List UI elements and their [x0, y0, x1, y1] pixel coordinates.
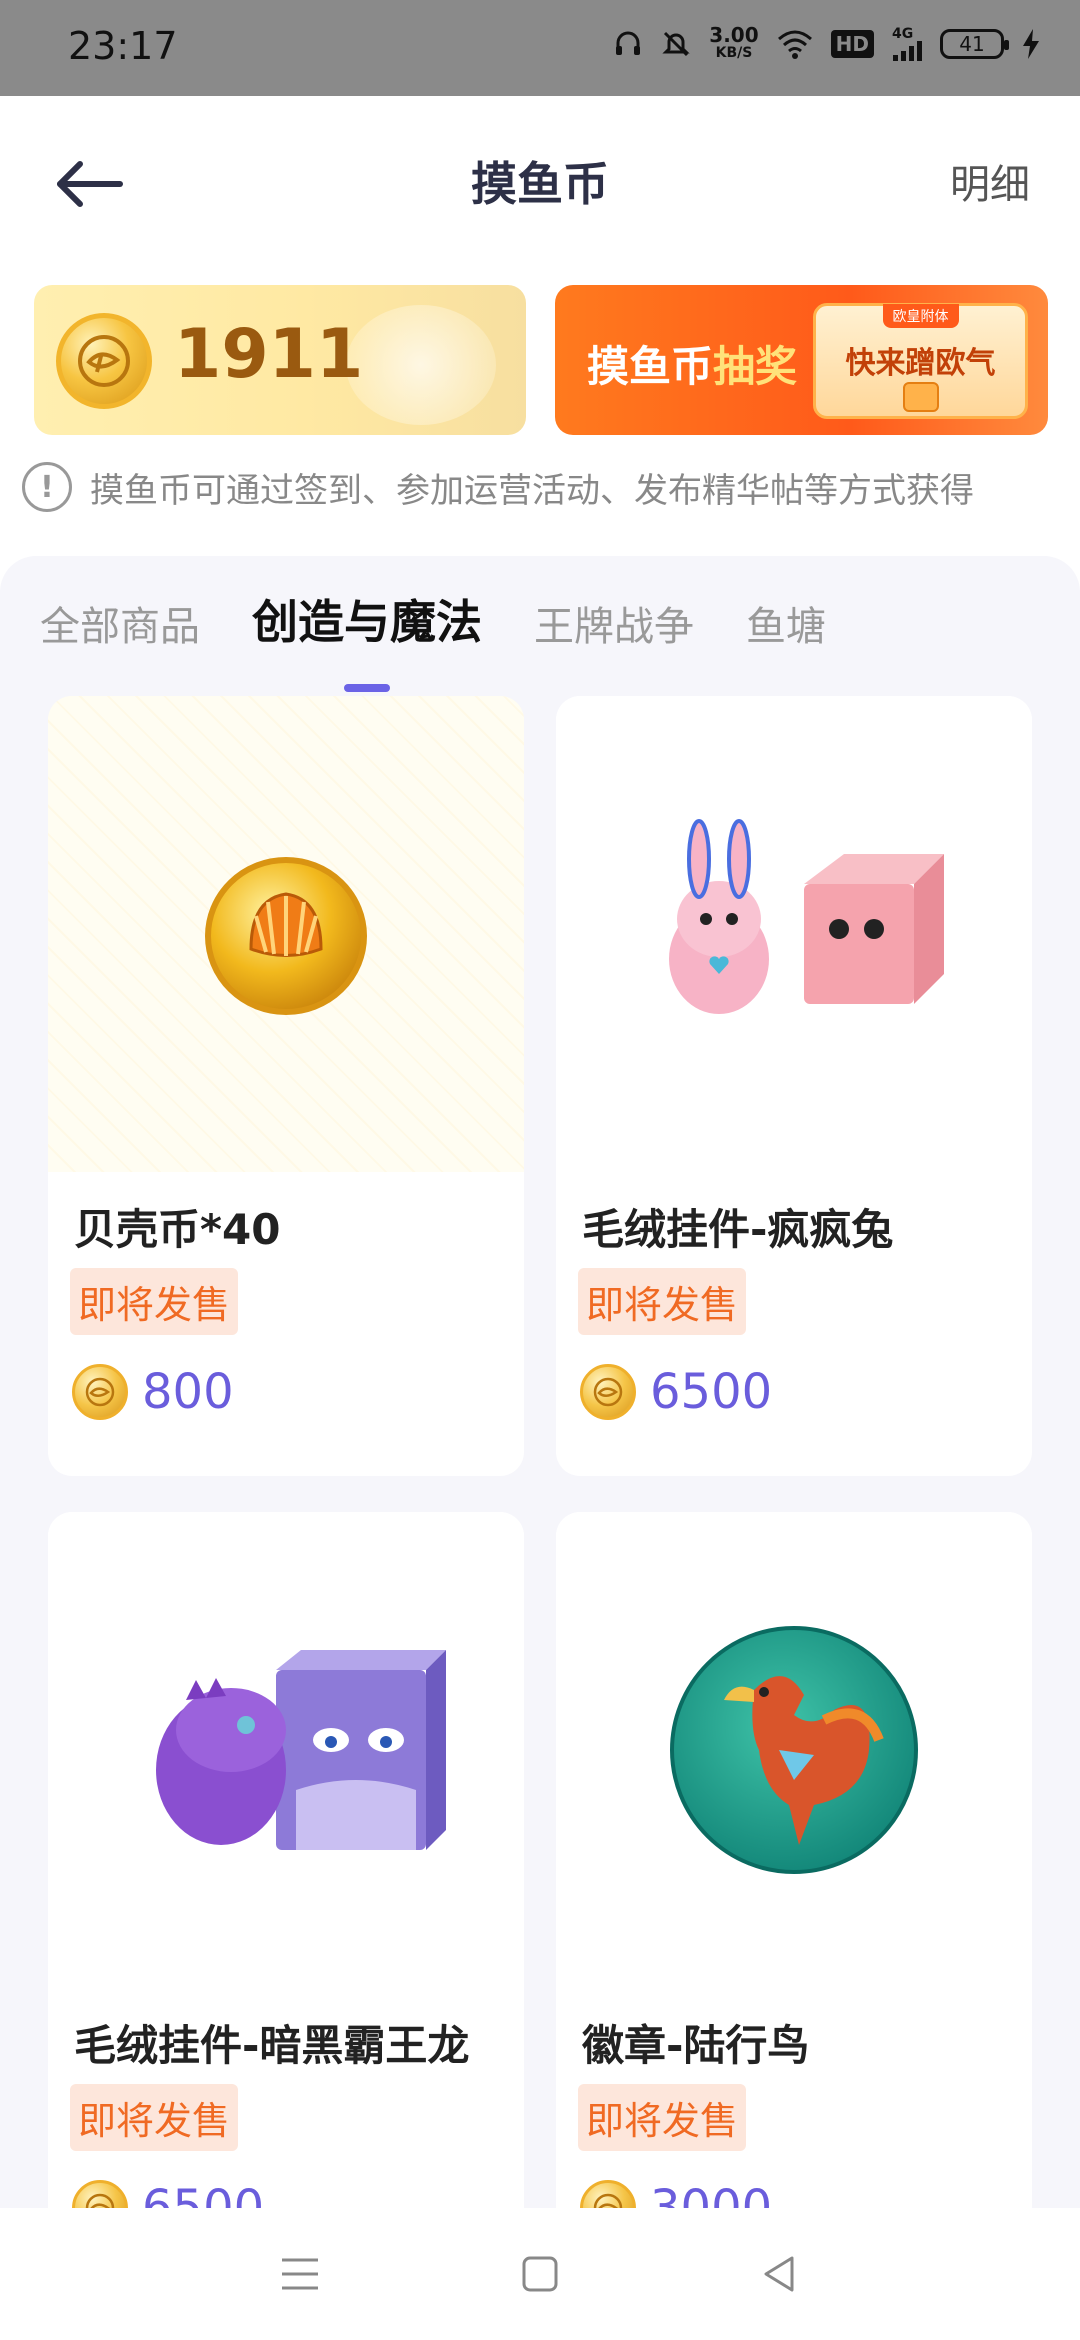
- tab-creation-magic[interactable]: 创造与魔法: [252, 586, 482, 652]
- product-card[interactable]: 贝壳币*40 即将发售 800: [48, 696, 524, 1476]
- product-image: [556, 1512, 1032, 1988]
- signal-icon: 4G: [892, 27, 922, 61]
- lottery-title: 摸鱼币抽奖: [587, 333, 797, 394]
- lottery-box: 欧皇附体 快来蹭欧气: [813, 303, 1028, 419]
- status-time: 23:17: [68, 24, 178, 68]
- product-name: 徽章-陆行鸟: [582, 2021, 810, 2070]
- lottery-title-main: 摸鱼币: [587, 342, 714, 391]
- banner-decoration: [346, 305, 496, 425]
- speed-value: 3.00: [709, 23, 759, 47]
- menu-icon: [282, 2258, 318, 2290]
- fish-coin-icon: [580, 1364, 636, 1420]
- status-bar: 23:17 3.00 KB/S HD 4G 41: [0, 0, 1080, 96]
- home-nav-button[interactable]: [510, 2244, 570, 2304]
- shell-coin-icon: [205, 857, 367, 1015]
- product-name: 毛绒挂件-暗黑霸王龙: [74, 2021, 470, 2070]
- gift-icon: [902, 382, 939, 412]
- bird-badge-icon: [670, 1626, 918, 1874]
- category-tabs: 全部商品 创造与魔法 王牌战争 鱼塘: [40, 586, 826, 652]
- headphones-icon: [613, 29, 643, 59]
- network-speed: 3.00 KB/S: [709, 23, 759, 62]
- info-icon: !: [22, 462, 72, 512]
- status-badge: 即将发售: [578, 1268, 747, 1335]
- charging-icon: [1022, 29, 1040, 59]
- coin-balance-banner[interactable]: 1911: [34, 285, 526, 435]
- product-name: 毛绒挂件-疯疯兔: [582, 1205, 894, 1254]
- product-grid: 贝壳币*40 即将发售 800 毛绒挂件-疯疯兔 即将发售 6500 毛绒挂件-…: [48, 696, 1034, 2292]
- tip-text: 摸鱼币可通过签到、参加运营活动、发布精华帖等方式获得: [90, 470, 974, 511]
- purple-dino-plush-icon: [156, 1650, 446, 1850]
- product-name: 贝壳币*40: [74, 1205, 281, 1254]
- hd-badge: HD: [830, 30, 874, 58]
- square-icon: [522, 2256, 558, 2292]
- coin-balance: 1911: [174, 315, 364, 394]
- fish-coin-icon: [56, 313, 152, 409]
- system-nav-bar: [0, 2208, 1080, 2340]
- product-card[interactable]: 毛绒挂件-疯疯兔 即将发售 6500: [556, 696, 1032, 1476]
- status-icons: 3.00 KB/S HD 4G 41: [613, 23, 1040, 62]
- pink-bunny-plush-icon: [669, 819, 944, 1014]
- product-image: [556, 696, 1032, 1172]
- lottery-title-highlight: 抽奖: [713, 342, 798, 391]
- product-image: [48, 696, 524, 1172]
- speed-unit: KB/S: [715, 45, 753, 61]
- wifi-icon: [777, 29, 813, 59]
- tab-ace-war[interactable]: 王牌战争: [534, 594, 694, 652]
- network-type: 4G: [892, 26, 914, 42]
- fish-coin-icon: [72, 1364, 128, 1420]
- tip-row: ! 摸鱼币可通过签到、参加运营活动、发布精华帖等方式获得: [22, 462, 974, 512]
- lottery-box-text: 快来蹭欧气: [845, 346, 996, 381]
- tab-fish-pond[interactable]: 鱼塘: [746, 594, 826, 652]
- battery-level: 41: [959, 32, 985, 56]
- battery-icon: 41: [940, 29, 1009, 59]
- product-image: [48, 1512, 524, 1988]
- status-badge: 即将发售: [70, 2084, 239, 2151]
- product-card[interactable]: 毛绒挂件-暗黑霸王龙 即将发售 6500: [48, 1512, 524, 2292]
- back-nav-button[interactable]: [750, 2244, 810, 2304]
- triangle-back-icon: [764, 2256, 794, 2292]
- status-badge: 即将发售: [578, 2084, 747, 2151]
- mute-bell-icon: [661, 29, 691, 59]
- product-card[interactable]: 徽章-陆行鸟 即将发售 3000: [556, 1512, 1032, 2292]
- product-price: 6500: [580, 1364, 772, 1420]
- menu-nav-button[interactable]: [270, 2244, 330, 2304]
- lottery-box-tag: 欧皇附体: [882, 304, 959, 328]
- product-section: 全部商品 创造与魔法 王牌战争 鱼塘 贝壳币*40 即将发售 800 毛绒挂件-…: [0, 556, 1080, 2292]
- price-value: 800: [142, 1364, 234, 1420]
- price-value: 6500: [650, 1364, 773, 1420]
- lottery-banner[interactable]: 摸鱼币抽奖 欧皇附体 快来蹭欧气: [555, 285, 1048, 435]
- product-price: 800: [72, 1364, 234, 1420]
- tab-all[interactable]: 全部商品: [40, 594, 200, 652]
- detail-link[interactable]: 明细: [950, 152, 1030, 210]
- page-title: 摸鱼币: [471, 157, 609, 211]
- status-badge: 即将发售: [70, 1268, 239, 1335]
